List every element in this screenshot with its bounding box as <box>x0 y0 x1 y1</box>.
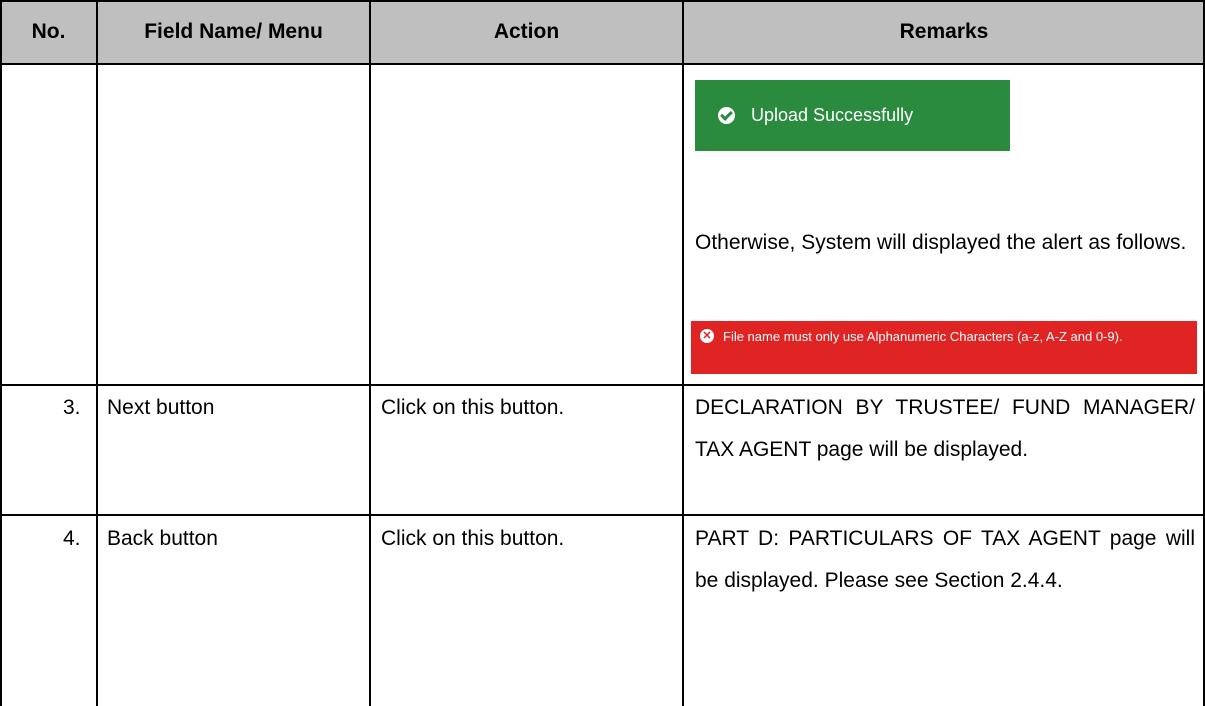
table-border <box>0 384 1205 386</box>
filename-error-toast: ✕ File name must only use Alphanumeric C… <box>691 321 1197 374</box>
check-circle-icon <box>718 107 735 124</box>
upload-success-toast: Upload Successfully <box>695 80 1010 151</box>
table-border <box>0 63 1205 65</box>
row-field-name: Back button <box>107 527 218 550</box>
x-circle-icon: ✕ <box>700 329 714 343</box>
row-action: Click on this button. <box>381 527 565 550</box>
header-field-name: Field Name/ Menu <box>144 20 323 43</box>
success-message: Upload Successfully <box>751 105 914 125</box>
table-border <box>0 514 1205 516</box>
instructions-table: No. Field Name/ Menu Action Remarks Uplo… <box>0 0 1205 706</box>
error-message: File name must only use Alphanumeric Cha… <box>723 329 1123 344</box>
table-header-row: No. Field Name/ Menu Action Remarks <box>0 0 1205 64</box>
table-border <box>0 0 1205 2</box>
row-action: Click on this button. <box>381 396 565 419</box>
table-border <box>96 0 98 706</box>
header-action: Action <box>493 20 560 43</box>
table-border <box>682 0 684 706</box>
row-field-name: Next button <box>107 396 215 419</box>
row-number: 4. <box>63 527 81 550</box>
row-number: 3. <box>63 396 81 419</box>
row-remarks: PART D: PARTICULARS OF TAX AGENT page wi… <box>695 527 1195 592</box>
header-remarks: Remarks <box>899 20 989 43</box>
header-no: No. <box>31 20 66 43</box>
table-border <box>0 0 2 706</box>
row-remarks: DECLARATION BY TRUSTEE/ FUND MANAGER/ TA… <box>695 396 1195 461</box>
table-border <box>369 0 371 706</box>
alert-remark-text: Otherwise, System will displayed the ale… <box>695 231 1187 254</box>
